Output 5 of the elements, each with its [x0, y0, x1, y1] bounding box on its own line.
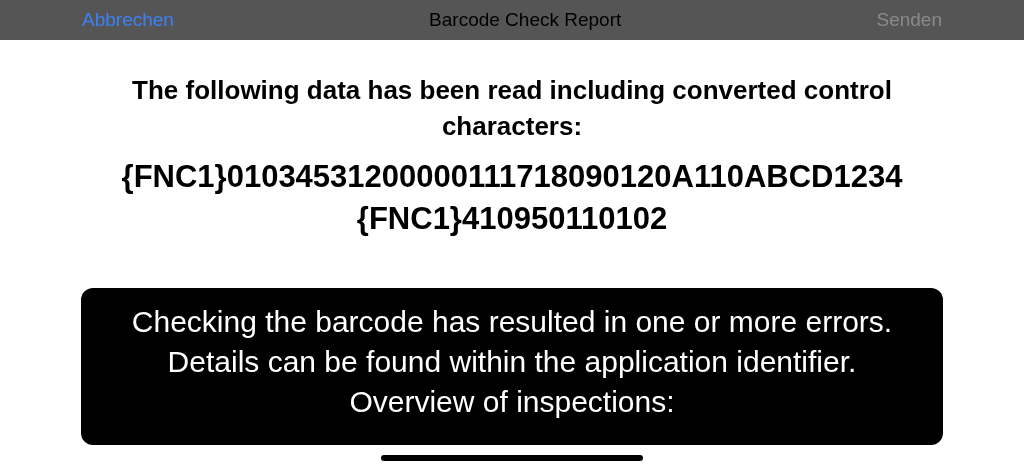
data-string: {FNC1}01034531200000111718090120A110ABCD1234{FNC1}410950110102 [120, 158, 904, 238]
window-title: Barcode Check Report [429, 7, 622, 32]
cancel-button[interactable]: Abbrechen [82, 5, 174, 35]
heading-text: The following data has been read including converted control characters: [132, 74, 892, 143]
error-message: Checking the barcode has resulted in one or more errors. Details can be found within the application identifier. Overview of inspections: [81, 288, 943, 445]
